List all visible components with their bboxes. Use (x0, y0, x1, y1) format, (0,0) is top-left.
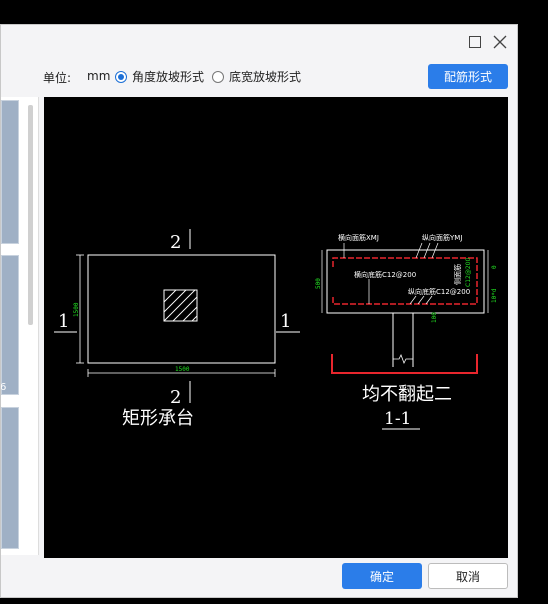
title-bar (1, 25, 517, 59)
label-longitudinal-top: 纵向面筋YMJ (422, 233, 462, 242)
unit-label: 单位: (43, 71, 72, 85)
label-side-rebar: 侧面筋 (453, 264, 462, 285)
label-transverse-top: 横向面筋XMJ (338, 233, 379, 242)
leader-line (409, 295, 417, 305)
radio-dot-icon[interactable] (212, 70, 224, 83)
leader-line (425, 295, 433, 305)
radio-dot-icon[interactable] (115, 70, 127, 83)
thumbnail-number: 6 (1, 382, 6, 393)
dim-thickness-label: 500 (315, 278, 322, 289)
ok-button[interactable]: 确定 (342, 563, 422, 589)
template-thumbnail[interactable] (1, 100, 19, 244)
dim-column-label: 100 (431, 312, 438, 323)
section-mark-left: 1 (58, 311, 69, 332)
bracket-red (331, 354, 478, 374)
break-line (393, 354, 413, 364)
plan-caption: 矩形承台 (122, 408, 194, 429)
section-caption-id: 1-1 (384, 409, 411, 429)
label-side-spec: C12@200 (465, 258, 472, 287)
dim-width-label: 1500 (175, 366, 190, 373)
dialog-window: 单位: mm 角度放坡形式 底宽放坡形式 配筋形式 6 (0, 24, 518, 598)
dim-top-cover-label: 0 (491, 265, 498, 269)
maximize-icon[interactable] (466, 33, 484, 51)
cancel-button[interactable]: 取消 (428, 563, 508, 589)
options-toolbar: 单位: mm 角度放坡形式 底宽放坡形式 配筋形式 (1, 61, 517, 91)
template-thumbnail[interactable]: 6 (1, 255, 19, 395)
dim-bottom-label: 10*d (491, 288, 498, 303)
leader-line (417, 295, 425, 305)
radio-angle-slope[interactable]: 角度放坡形式 (115, 68, 204, 85)
template-thumbnail[interactable] (1, 407, 19, 549)
label-transverse-bottom: 横向底筋C12@200 (354, 270, 416, 279)
radio-width-slope-label[interactable]: 底宽放坡形式 (229, 68, 301, 85)
close-icon[interactable] (491, 33, 509, 51)
column-hatch (163, 289, 198, 322)
section-mark-top: 2 (170, 232, 181, 253)
label-longitudinal-bottom: 纵向底筋C12@200 (408, 287, 470, 296)
radio-width-slope[interactable]: 底宽放坡形式 (212, 68, 301, 85)
section-mark-bottom: 2 (170, 387, 181, 408)
section-caption-note: 均不翻起二 (362, 384, 452, 405)
drawing-canvas: 2 2 1 1 1500 1500 矩形承台 横向面筋XMJ 纵向面筋YMJ 横… (44, 97, 508, 558)
unit-value: mm (87, 69, 111, 83)
section-view: 横向面筋XMJ 纵向面筋YMJ 横向底筋C12@200 纵向底筋C12@200 … (315, 233, 498, 430)
pile-cap-outline (87, 254, 276, 364)
radio-angle-slope-label[interactable]: 角度放坡形式 (132, 68, 204, 85)
section-mark-right: 1 (280, 311, 291, 332)
plan-view: 2 2 1 1 1500 1500 矩形承台 (54, 229, 300, 429)
list-scrollbar[interactable] (28, 105, 33, 325)
dim-height-label: 1500 (73, 302, 80, 317)
template-list: 6 (1, 97, 39, 555)
rebar-form-button[interactable]: 配筋形式 (428, 64, 508, 89)
